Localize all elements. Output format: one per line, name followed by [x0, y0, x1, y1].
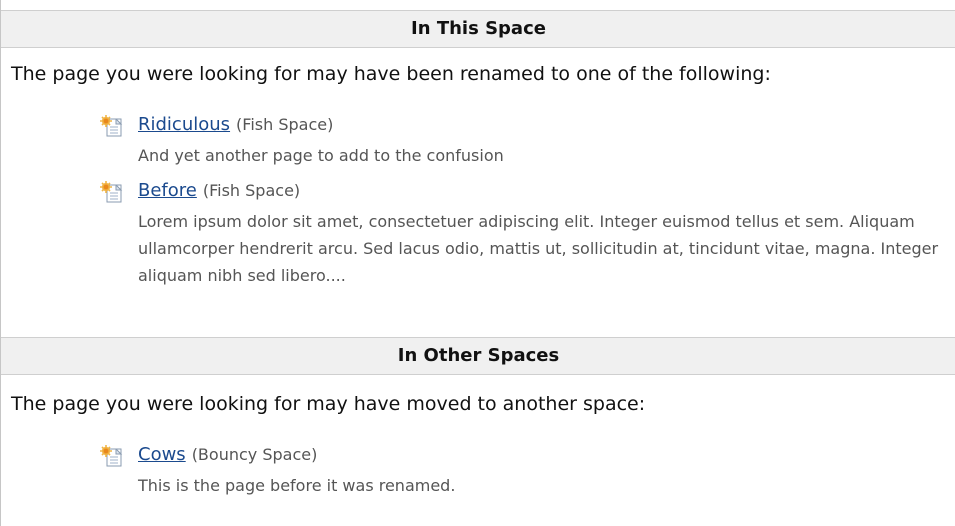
result-title-row: Cows (Bouncy Space) — [98, 442, 948, 468]
result-excerpt: Lorem ipsum dolor sit amet, consectetuer… — [138, 212, 939, 285]
result-title-wrap: Ridiculous (Fish Space) — [138, 112, 333, 138]
result-title-wrap: Cows (Bouncy Space) — [138, 442, 317, 468]
page-icon — [98, 180, 126, 204]
result-title-wrap: Before (Fish Space) — [138, 178, 300, 204]
section-intro-moved: The page you were looking for may have m… — [11, 393, 646, 415]
result-excerpt: And yet another page to add to the confu… — [138, 146, 504, 165]
page-icon — [98, 444, 126, 468]
result-space-label: (Fish Space) — [236, 115, 334, 134]
result-item: Ridiculous (Fish Space) And yet another p… — [98, 112, 948, 169]
result-link-before[interactable]: Before — [138, 180, 197, 201]
result-link-ridiculous[interactable]: Ridiculous — [138, 114, 230, 135]
result-link-cows[interactable]: Cows — [138, 444, 186, 465]
section-header-in-this-space: In This Space — [1, 10, 955, 48]
page-container: In This Space The page you were looking … — [0, 0, 955, 526]
page-icon — [98, 114, 126, 138]
result-item: Before (Fish Space) Lorem ipsum dolor sit… — [98, 178, 948, 289]
result-title-row: Before (Fish Space) — [98, 178, 948, 204]
result-title-row: Ridiculous (Fish Space) — [98, 112, 948, 138]
result-space-label: (Bouncy Space) — [191, 445, 318, 464]
section-header-in-other-spaces: In Other Spaces — [1, 337, 955, 375]
result-excerpt: This is the page before it was renamed. — [138, 476, 456, 495]
result-item: Cows (Bouncy Space) This is the page befo… — [98, 442, 948, 499]
section-intro-renamed: The page you were looking for may have b… — [11, 63, 771, 85]
result-space-label: (Fish Space) — [202, 181, 301, 200]
